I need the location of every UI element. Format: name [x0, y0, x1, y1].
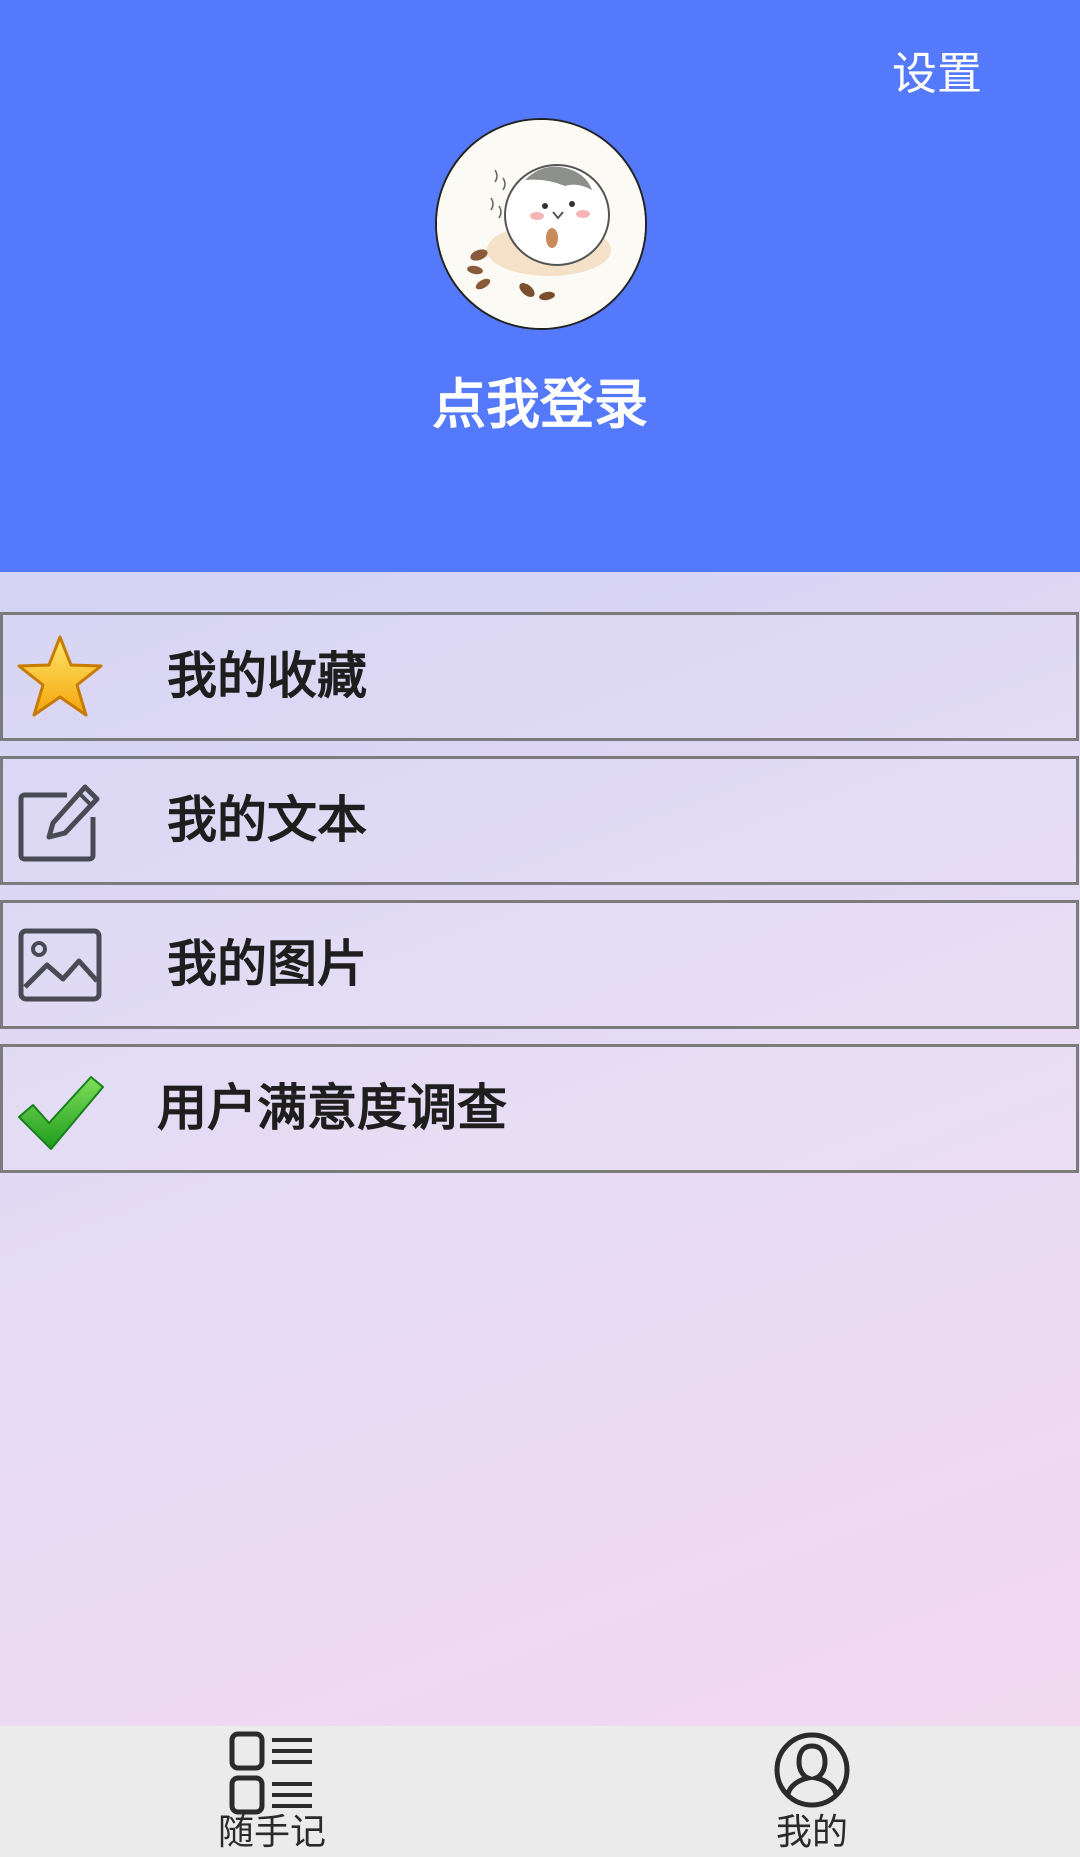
menu-item-texts[interactable]: 我的文本 — [0, 756, 1079, 885]
menu-item-images[interactable]: 我的图片 — [0, 900, 1079, 1029]
profile-header: 设置 点我登录 — [0, 0, 1080, 572]
tab-notes[interactable]: 随手记 — [172, 1726, 372, 1857]
bottom-tab-bar: 随手记 我的 — [0, 1726, 1080, 1857]
tab-me[interactable]: 我的 — [712, 1726, 912, 1857]
login-button[interactable]: 点我登录 — [0, 370, 1080, 440]
hamster-avatar-icon — [437, 120, 645, 328]
star-icon — [17, 635, 103, 717]
screen: 设置 点我登录 我的收藏 我的文本 我的图片 用户满意度调查 随手记 我的 — [0, 0, 1080, 1857]
tab-label: 随手记 — [217, 1812, 326, 1853]
profile-icon — [774, 1732, 850, 1808]
menu-item-label: 用户满意度调查 — [157, 1079, 507, 1137]
avatar[interactable] — [435, 118, 647, 330]
checkmark-icon — [18, 1076, 104, 1150]
menu-item-label: 我的收藏 — [167, 647, 367, 705]
image-icon — [18, 928, 102, 1002]
tab-label: 我的 — [775, 1812, 848, 1853]
menu-item-label: 我的文本 — [167, 791, 367, 849]
settings-button[interactable]: 设置 — [892, 44, 982, 104]
edit-icon — [18, 784, 100, 862]
menu-item-favorites[interactable]: 我的收藏 — [0, 612, 1079, 741]
menu-item-label: 我的图片 — [167, 935, 367, 993]
list-icon — [229, 1731, 312, 1815]
menu-list: 我的收藏 我的文本 我的图片 用户满意度调查 — [0, 612, 1080, 1188]
menu-item-survey[interactable]: 用户满意度调查 — [0, 1044, 1079, 1173]
